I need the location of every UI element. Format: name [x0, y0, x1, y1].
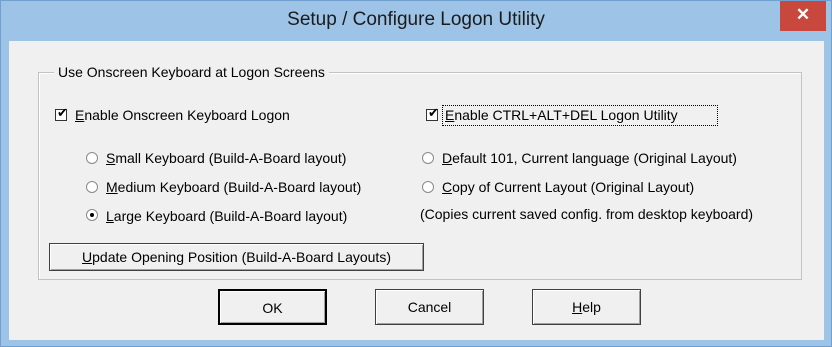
enable-osk-mnemonic: E	[75, 107, 85, 123]
enable-osk-label[interactable]: Enable Onscreen Keyboard Logon	[75, 107, 290, 123]
small-keyboard-mnemonic: S	[106, 150, 116, 166]
enable-osk-checkbox[interactable]: ✔	[55, 106, 68, 121]
large-keyboard-mnemonic: L	[106, 208, 114, 224]
small-keyboard-label[interactable]: Small Keyboard (Build-A-Board layout)	[106, 150, 346, 166]
default-101-text: efault 101, Current language (Original L…	[452, 150, 737, 166]
dialog-window: Setup / Configure Logon Utility ✕ Use On…	[0, 0, 832, 347]
medium-keyboard-mnemonic: M	[106, 179, 118, 195]
default-101-label[interactable]: Default 101, Current language (Original …	[442, 150, 737, 166]
radio-selected-dot	[90, 213, 94, 217]
large-keyboard-text: arge Keyboard (Build-A-Board layout)	[113, 208, 348, 224]
group-legend: Use Onscreen Keyboard at Logon Screens	[54, 64, 329, 80]
help-button-label: elp	[582, 299, 601, 315]
update-opening-position-button[interactable]: Update Opening Position (Build-A-Board L…	[49, 243, 424, 271]
checkmark-icon: ✔	[57, 106, 68, 121]
ok-button[interactable]: OK	[218, 289, 327, 325]
help-button[interactable]: Help	[532, 289, 641, 325]
medium-keyboard-radio[interactable]	[86, 181, 98, 193]
copy-current-layout-mnemonic: C	[442, 179, 453, 195]
large-keyboard-radio[interactable]	[86, 209, 98, 221]
update-button-text: pdate Opening Position (Build-A-Board La…	[92, 249, 391, 265]
copy-current-layout-label[interactable]: Copy of Current Layout (Original Layout)	[442, 179, 694, 195]
default-101-radio[interactable]	[422, 152, 434, 164]
dialog-client-area: Use Onscreen Keyboard at Logon Screens ✔…	[9, 41, 824, 340]
copy-current-layout-text: opy of Current Layout (Original Layout)	[452, 179, 695, 195]
large-keyboard-label[interactable]: Large Keyboard (Build-A-Board layout)	[106, 208, 347, 224]
small-keyboard-text: mall Keyboard (Build-A-Board layout)	[115, 150, 347, 166]
enable-cad-label[interactable]: Enable CTRL+ALT+DEL Logon Utility	[445, 107, 678, 123]
enable-cad-mnemonic: E	[445, 107, 455, 123]
close-icon: ✕	[795, 5, 811, 24]
default-101-mnemonic: D	[442, 150, 453, 166]
cancel-button[interactable]: Cancel	[375, 289, 484, 325]
medium-keyboard-text: edium Keyboard (Build-A-Board layout)	[117, 179, 362, 195]
copy-current-layout-radio[interactable]	[422, 181, 434, 193]
update-button-mnemonic: U	[82, 249, 93, 265]
ok-button-label: OK	[262, 300, 283, 316]
close-button[interactable]: ✕	[780, 1, 826, 31]
enable-cad-label-text: nable CTRL+ALT+DEL Logon Utility	[454, 107, 678, 123]
checkmark-icon: ✔	[428, 106, 439, 121]
enable-cad-checkbox[interactable]: ✔	[426, 106, 439, 121]
enable-osk-label-text: nable Onscreen Keyboard Logon	[84, 107, 290, 123]
help-button-mnemonic: H	[572, 299, 583, 315]
medium-keyboard-label[interactable]: Medium Keyboard (Build-A-Board layout)	[106, 179, 361, 195]
cancel-button-label: Cancel	[407, 299, 452, 315]
title-bar[interactable]: Setup / Configure Logon Utility ✕	[1, 1, 831, 41]
small-keyboard-radio[interactable]	[86, 152, 98, 164]
copies-note: (Copies current saved config. from deskt…	[420, 206, 754, 222]
window-title: Setup / Configure Logon Utility	[287, 9, 545, 30]
